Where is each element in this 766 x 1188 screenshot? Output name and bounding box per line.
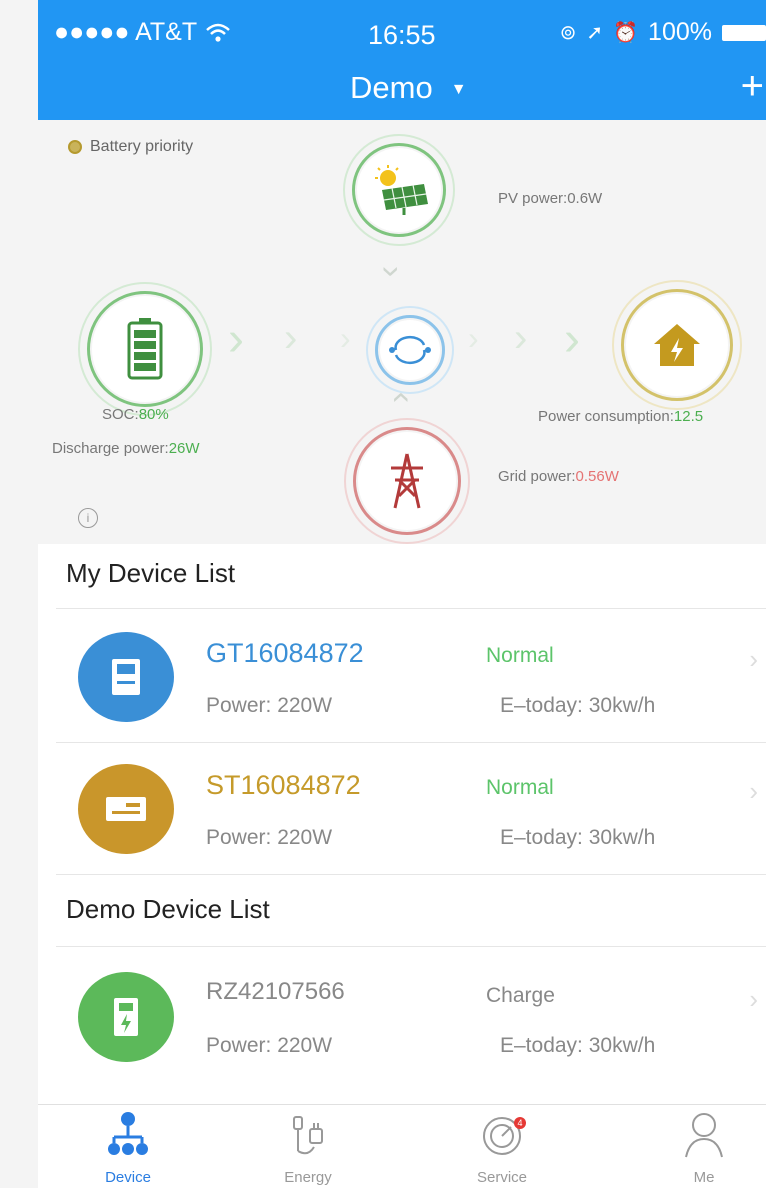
tab-service[interactable]: 4 Service xyxy=(442,1111,562,1186)
tab-me[interactable]: Me xyxy=(644,1111,764,1186)
device-power: Power: 220W xyxy=(206,826,333,849)
device-tree-icon xyxy=(108,1112,148,1155)
wifi-icon xyxy=(206,23,230,42)
flow-arrow-right-icon: › xyxy=(514,316,528,360)
power-consumption-label: Power consumption:12.5 xyxy=(538,408,704,425)
device-status: Charge xyxy=(486,984,555,1007)
device-power: Power: 220W xyxy=(206,1034,333,1057)
tab-bar: Device Energy 4 Service Me xyxy=(38,1104,766,1188)
flow-arrow-down-icon: › xyxy=(373,265,412,278)
battery-icon xyxy=(722,24,766,41)
device-name: GT16084872 xyxy=(206,638,364,668)
my-device-list-title: My Device List xyxy=(66,558,236,588)
tab-label: Me xyxy=(693,1169,715,1186)
flow-arrow-right-icon: › xyxy=(340,320,351,356)
lock-rotation-icon: ⊚ xyxy=(559,22,577,44)
device-power: Power: 220W xyxy=(206,694,333,717)
pv-power-label: PV power:0.6W xyxy=(498,190,603,207)
plant-selector[interactable]: Demo ▼ xyxy=(350,70,467,106)
inverter-cycle-icon xyxy=(389,335,431,365)
tab-energy[interactable]: Energy xyxy=(248,1111,368,1186)
alarm-icon: ⏰ xyxy=(613,22,639,44)
battery-charge-icon xyxy=(127,318,163,380)
flow-arrow-up-icon: › xyxy=(380,391,419,404)
person-icon xyxy=(685,1113,723,1158)
device-status: Normal xyxy=(486,776,554,799)
tab-device[interactable]: Device xyxy=(68,1111,188,1186)
chevron-right-icon: › xyxy=(749,776,758,806)
inverter-device-icon xyxy=(78,632,174,722)
energy-plug-icon xyxy=(293,1116,323,1155)
nav-bar: Demo ▼ + xyxy=(38,58,766,120)
load-node[interactable] xyxy=(612,280,742,410)
device-row[interactable]: ST16084872 Normal Power: 220W E–today: 3… xyxy=(38,742,766,874)
storage-device-icon xyxy=(78,764,174,854)
flow-arrow-right-icon: › xyxy=(228,313,244,366)
flow-arrow-right-icon: › xyxy=(468,320,479,356)
device-row[interactable]: RZ42107566 Charge Power: 220W E–today: 3… xyxy=(38,950,766,1082)
energy-flow-panel: Battery priority PV power:0.6W › SOC:80%… xyxy=(38,120,766,544)
device-etoday: E–today: 30kw/h xyxy=(500,694,656,717)
device-row[interactable]: GT16084872 Normal Power: 220W E–today: 3… xyxy=(38,610,766,742)
app-screen: ●●●●● AT&T 16:55 ⊚ ➚ ⏰ 100% Demo ▼ + Bat… xyxy=(38,0,766,1188)
battery-node[interactable] xyxy=(78,282,212,416)
tab-label: Energy xyxy=(284,1169,332,1186)
chevron-right-icon: › xyxy=(749,984,758,1014)
grid-power-label: Grid power:0.56W xyxy=(498,468,619,485)
flow-arrow-right-icon: › xyxy=(564,313,580,366)
charger-device-icon xyxy=(78,972,174,1062)
house-icon xyxy=(654,324,700,366)
notification-badge: 4 xyxy=(514,1117,526,1129)
caret-down-icon: ▼ xyxy=(450,81,467,98)
left-margin xyxy=(0,0,38,1188)
divider xyxy=(56,608,766,609)
tab-label: Device xyxy=(105,1169,151,1186)
flow-arrow-right-icon: › xyxy=(284,316,298,360)
clock: 16:55 xyxy=(368,20,436,50)
work-mode: Battery priority xyxy=(68,138,193,156)
device-etoday: E–today: 30kw/h xyxy=(500,1034,656,1057)
tab-label: Service xyxy=(476,1169,528,1186)
solar-panel-icon xyxy=(375,165,428,215)
status-bar: ●●●●● AT&T 16:55 ⊚ ➚ ⏰ 100% xyxy=(38,0,766,58)
plant-title: Demo xyxy=(350,70,433,105)
battery-percent: 100% xyxy=(648,18,712,46)
grid-node[interactable] xyxy=(344,418,470,544)
inverter-node[interactable] xyxy=(366,306,454,394)
power-tower-icon xyxy=(391,453,423,509)
divider xyxy=(56,946,766,947)
add-button[interactable]: + xyxy=(741,64,764,108)
device-status: Normal xyxy=(486,644,554,667)
soc-label: SOC:80% xyxy=(102,406,169,423)
work-mode-label: Battery priority xyxy=(90,138,194,155)
discharge-power-label: Discharge power:26W xyxy=(52,440,200,457)
mode-indicator-icon xyxy=(68,140,82,154)
info-icon[interactable]: i xyxy=(78,508,98,528)
device-name: ST16084872 xyxy=(206,770,361,800)
divider xyxy=(56,874,766,875)
location-icon: ➚ xyxy=(586,22,604,44)
device-etoday: E–today: 30kw/h xyxy=(500,826,656,849)
device-name: RZ42107566 xyxy=(206,978,345,1005)
carrier-label: ●●●●● AT&T xyxy=(54,18,198,46)
demo-device-list-title: Demo Device List xyxy=(66,894,270,924)
pv-node[interactable] xyxy=(343,134,455,246)
chevron-right-icon: › xyxy=(749,644,758,674)
